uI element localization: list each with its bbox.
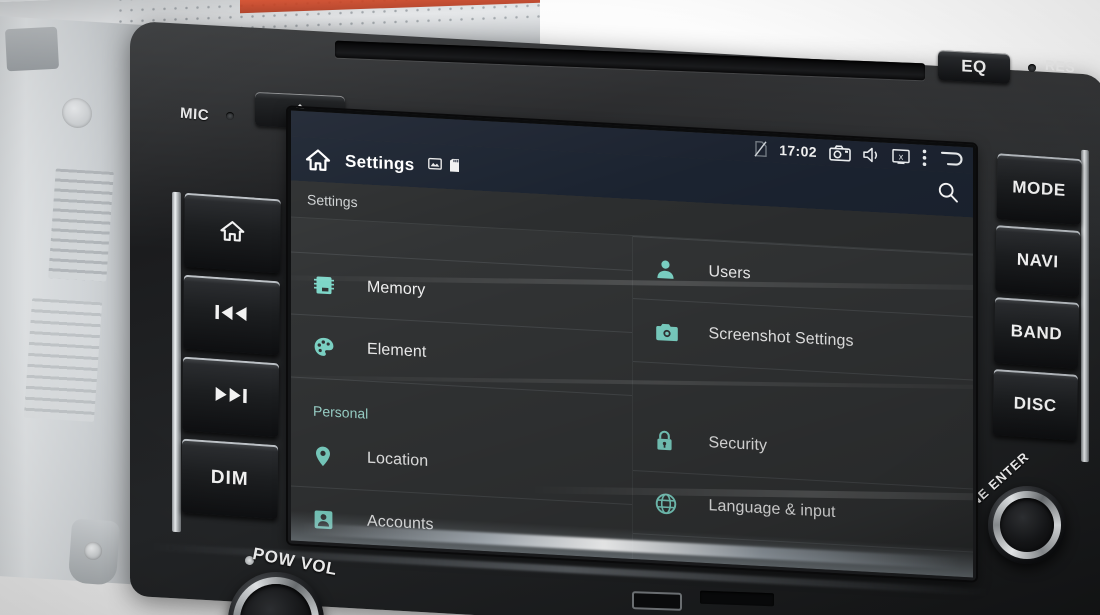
tune-enter-knob[interactable] bbox=[988, 486, 1066, 564]
settings-columns: Memory Element Personal Location Account… bbox=[291, 217, 973, 578]
settings-item-security-label: Security bbox=[708, 434, 768, 455]
right-button-column: MODE NAVI BAND DISC bbox=[992, 153, 1082, 459]
camera-icon bbox=[829, 145, 851, 162]
hw-button-dim[interactable]: DIM bbox=[181, 438, 279, 520]
chassis-vent-lower bbox=[23, 298, 103, 422]
action-bar-spacer bbox=[474, 168, 923, 192]
users-icon bbox=[655, 258, 689, 282]
home-icon bbox=[220, 219, 245, 247]
eq-button[interactable]: EQ bbox=[938, 50, 1010, 84]
lcd-bezel: 17:02 x Settings Settings Memory Element… bbox=[288, 107, 976, 581]
hw-button-home[interactable] bbox=[183, 192, 281, 274]
right-chrome-strip bbox=[1081, 149, 1089, 463]
sd-card-slot-icon bbox=[428, 157, 443, 176]
settings-left-column: Memory Element Personal Location Account… bbox=[291, 217, 633, 568]
language-globe-icon bbox=[655, 492, 689, 516]
action-bar-title: Settings bbox=[345, 151, 415, 175]
settings-item-language-input-label: Language & input bbox=[708, 497, 836, 522]
left-button-column: DIM bbox=[181, 192, 281, 529]
hw-button-dim-label: DIM bbox=[210, 466, 249, 491]
res-label: RES bbox=[1044, 56, 1076, 76]
overflow-menu-icon[interactable] bbox=[922, 149, 927, 167]
chassis-mount-ear bbox=[67, 518, 121, 586]
volume-icon bbox=[863, 147, 880, 164]
settings-item-element-label: Element bbox=[367, 340, 427, 361]
previous-track-icon bbox=[214, 303, 248, 327]
memory-icon bbox=[313, 273, 347, 297]
settings-item-screenshot-settings-label: Screenshot Settings bbox=[708, 325, 854, 351]
settings-item-memory-label: Memory bbox=[367, 278, 426, 299]
sim-off-icon bbox=[754, 140, 767, 158]
screenshot-root: MIC EQ RES DIM MODE NAVI BAND DISC TUNE … bbox=[0, 0, 1100, 615]
action-bar-mini-icons bbox=[428, 156, 460, 177]
hw-button-disc[interactable]: DISC bbox=[992, 368, 1078, 441]
settings-item-users-label: Users bbox=[708, 262, 751, 282]
storage-icon bbox=[449, 158, 460, 178]
usb-port[interactable] bbox=[632, 591, 682, 611]
status-bar-clock: 17:02 bbox=[779, 141, 817, 161]
action-bar-home-icon[interactable] bbox=[305, 147, 331, 172]
chassis-mount-tab bbox=[4, 26, 60, 72]
security-lock-icon bbox=[655, 429, 689, 453]
hw-button-previous[interactable] bbox=[183, 274, 280, 356]
settings-item-accounts-label: Accounts bbox=[367, 512, 434, 534]
tune-knob-cap bbox=[1000, 498, 1054, 552]
chassis-screw-hole bbox=[62, 97, 92, 129]
sd-card-slot[interactable] bbox=[700, 590, 774, 607]
hw-button-mode[interactable]: MODE bbox=[996, 153, 1082, 226]
screen-x-icon: x bbox=[892, 148, 910, 165]
accounts-icon bbox=[313, 508, 347, 531]
lcd-screen: 17:02 x Settings Settings Memory Element… bbox=[291, 110, 973, 578]
hw-button-next[interactable] bbox=[182, 356, 280, 438]
settings-right-column: Users Screenshot Settings Security Langu… bbox=[632, 236, 973, 577]
back-icon[interactable] bbox=[939, 150, 965, 169]
chassis-vent-upper bbox=[48, 168, 114, 282]
mic-hole-icon bbox=[226, 112, 234, 120]
location-pin-icon bbox=[313, 445, 347, 469]
screenshot-camera-icon bbox=[655, 322, 689, 343]
next-track-icon bbox=[214, 385, 248, 409]
settings-item-location-label: Location bbox=[367, 449, 429, 470]
mic-label: MIC bbox=[179, 104, 210, 125]
search-icon[interactable] bbox=[937, 180, 959, 208]
element-palette-icon bbox=[313, 336, 347, 360]
hw-button-navi[interactable]: NAVI bbox=[995, 225, 1081, 297]
settings-content: Settings Memory Element Personal Locatio… bbox=[291, 180, 973, 578]
hw-button-band[interactable]: BAND bbox=[993, 297, 1080, 369]
svg-text:x: x bbox=[899, 151, 904, 161]
left-chrome-strip bbox=[172, 191, 181, 533]
reset-hole-icon[interactable] bbox=[1028, 64, 1036, 72]
